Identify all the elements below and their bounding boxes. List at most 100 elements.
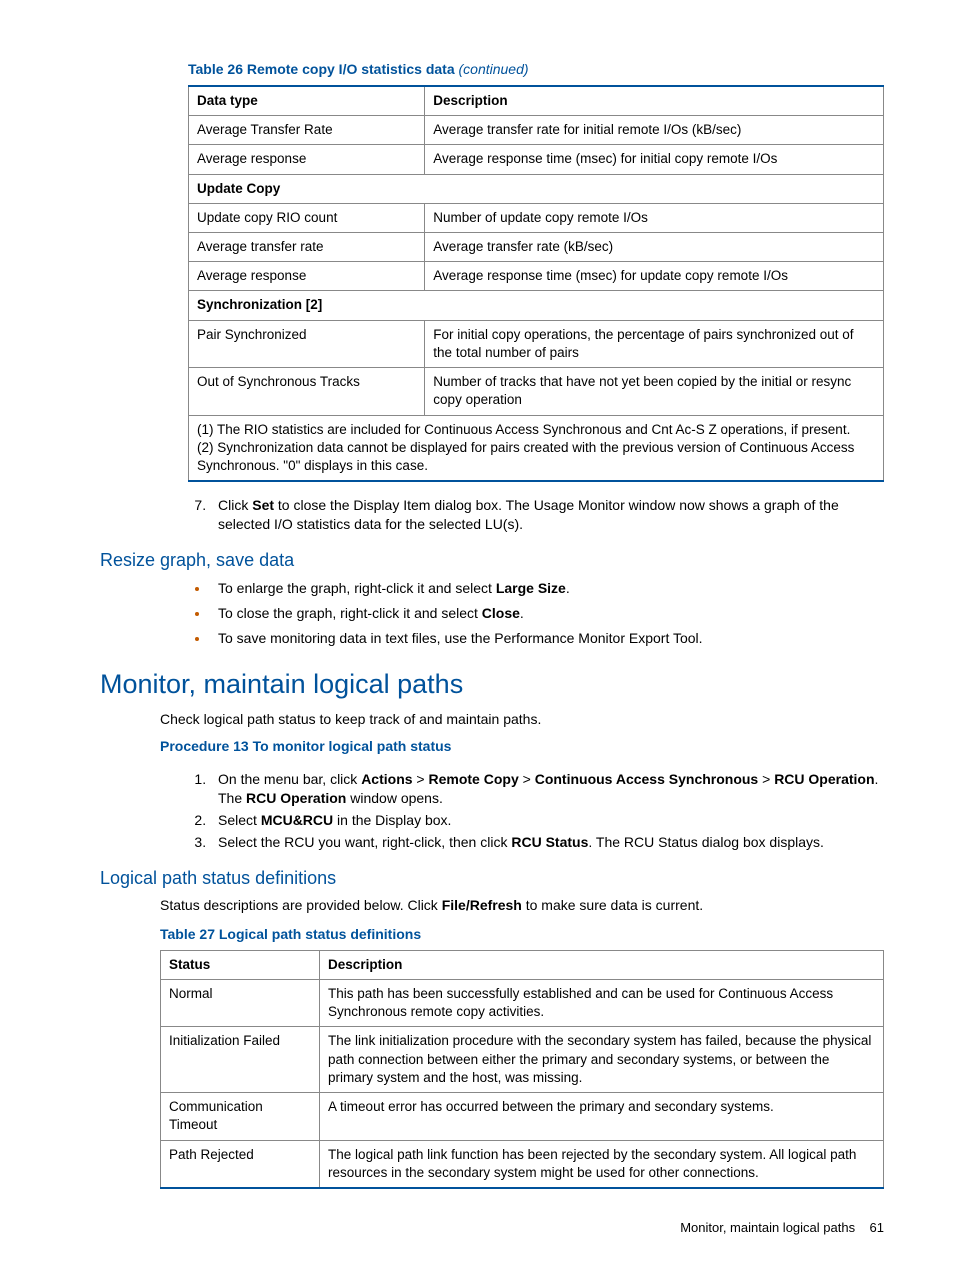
monitor-heading: Monitor, maintain logical paths (100, 666, 884, 702)
text: > (758, 771, 774, 787)
step-list: Click Set to close the Display Item dial… (188, 496, 884, 534)
table-26-title-text: Table 26 Remote copy I/O statistics data (188, 61, 455, 77)
table-row: Path Rejected The logical path link func… (161, 1140, 884, 1188)
table-row: Update copy RIO count Number of update c… (189, 203, 884, 232)
monitor-intro: Check logical path status to keep track … (160, 710, 884, 729)
text: . (566, 580, 570, 596)
bold-text: Continuous Access Synchronous (535, 771, 759, 787)
table-row: Average Transfer Rate Average transfer r… (189, 116, 884, 145)
cell: Average transfer rate for initial remote… (425, 116, 884, 145)
table-26-title: Table 26 Remote copy I/O statistics data… (188, 60, 884, 79)
cell: Average response (189, 262, 425, 291)
cell: Average transfer rate (189, 232, 425, 261)
cell: Out of Synchronous Tracks (189, 368, 425, 415)
cell: Average response (189, 145, 425, 174)
text: in the Display box. (333, 812, 451, 828)
bold-text: Large Size (496, 580, 566, 596)
text: . The RCU Status dialog box displays. (588, 834, 824, 850)
cell: The logical path link function has been … (320, 1140, 884, 1188)
footnote-1: (1) The RIO statistics are included for … (197, 421, 875, 439)
cell: Initialization Failed (161, 1027, 320, 1093)
table-row: Pair Synchronized For initial copy opera… (189, 320, 884, 367)
resize-heading: Resize graph, save data (100, 548, 884, 572)
text: window opens. (346, 790, 443, 806)
list-item: Select the RCU you want, right-click, th… (210, 833, 884, 852)
cell: Update copy RIO count (189, 203, 425, 232)
table-row: Out of Synchronous Tracks Number of trac… (189, 368, 884, 415)
resize-bullets: To enlarge the graph, right-click it and… (188, 578, 884, 648)
footer-text: Monitor, maintain logical paths (680, 1220, 855, 1235)
th-data-type: Data type (189, 86, 425, 116)
table-27-title: Table 27 Logical path status definitions (160, 925, 884, 944)
cell: Average Transfer Rate (189, 116, 425, 145)
list-item: To enlarge the graph, right-click it and… (210, 578, 884, 598)
cell: A timeout error has occurred between the… (320, 1093, 884, 1140)
text: To close the graph, right-click it and s… (218, 605, 482, 621)
cell: Average response time (msec) for initial… (425, 145, 884, 174)
text: > (519, 771, 535, 787)
table-row: Communication Timeout A timeout error ha… (161, 1093, 884, 1140)
text: On the menu bar, click (218, 771, 361, 787)
logical-heading: Logical path status definitions (100, 866, 884, 890)
bold-text: RCU Operation (246, 790, 346, 806)
bold-text: Close (482, 605, 520, 621)
cell: Number of update copy remote I/Os (425, 203, 884, 232)
cell: This path has been successfully establis… (320, 980, 884, 1027)
page-footer: Monitor, maintain logical paths 61 (130, 1219, 884, 1237)
logical-intro: Status descriptions are provided below. … (160, 896, 884, 915)
bold-text: Set (252, 497, 274, 513)
text: Status descriptions are provided below. … (160, 897, 442, 913)
table-26-continued: (continued) (459, 61, 529, 77)
th-status: Status (161, 950, 320, 979)
table-27: Status Description Normal This path has … (160, 950, 884, 1189)
procedure-steps: On the menu bar, click Actions > Remote … (188, 770, 884, 852)
bold-text: RCU Operation (774, 771, 874, 787)
th-description: Description (320, 950, 884, 979)
table-row: Average response Average response time (… (189, 145, 884, 174)
page-number: 61 (870, 1220, 884, 1235)
th-description: Description (425, 86, 884, 116)
text: Select the RCU you want, right-click, th… (218, 834, 511, 850)
table-row: Normal This path has been successfully e… (161, 980, 884, 1027)
cell: Path Rejected (161, 1140, 320, 1188)
list-item: Click Set to close the Display Item dial… (210, 496, 884, 534)
text: Click (218, 497, 252, 513)
section-header: Synchronization [2] (189, 291, 884, 320)
bold-text: Actions (361, 771, 412, 787)
bold-text: File/Refresh (442, 897, 522, 913)
text: . (520, 605, 524, 621)
section-header: Update Copy (189, 174, 884, 203)
cell: For initial copy operations, the percent… (425, 320, 884, 367)
table-section-row: Synchronization [2] (189, 291, 884, 320)
cell: Normal (161, 980, 320, 1027)
text: > (413, 771, 429, 787)
table-row: Data type Description (189, 86, 884, 116)
cell: Pair Synchronized (189, 320, 425, 367)
cell: Average transfer rate (kB/sec) (425, 232, 884, 261)
table-26: Data type Description Average Transfer R… (188, 85, 884, 482)
bold-text: MCU&RCU (261, 812, 333, 828)
text: to make sure data is current. (522, 897, 703, 913)
table-footnotes: (1) The RIO statistics are included for … (189, 415, 884, 481)
text: to close the Display Item dialog box. Th… (218, 497, 839, 532)
list-item: Select MCU&RCU in the Display box. (210, 811, 884, 830)
text: To enlarge the graph, right-click it and… (218, 580, 496, 596)
cell: Communication Timeout (161, 1093, 320, 1140)
bold-text: Remote Copy (429, 771, 519, 787)
table-row: Average transfer rate Average transfer r… (189, 232, 884, 261)
text: Select (218, 812, 261, 828)
list-item: On the menu bar, click Actions > Remote … (210, 770, 884, 808)
footnotes-cell: (1) The RIO statistics are included for … (189, 415, 884, 481)
list-item: To save monitoring data in text files, u… (210, 628, 884, 648)
table-row: Status Description (161, 950, 884, 979)
list-item: To close the graph, right-click it and s… (210, 603, 884, 623)
procedure-13-title: Procedure 13 To monitor logical path sta… (160, 737, 884, 756)
cell: Average response time (msec) for update … (425, 262, 884, 291)
table-row: Initialization Failed The link initializ… (161, 1027, 884, 1093)
cell: Number of tracks that have not yet been … (425, 368, 884, 415)
bold-text: RCU Status (511, 834, 588, 850)
table-section-row: Update Copy (189, 174, 884, 203)
footnote-2: (2) Synchronization data cannot be displ… (197, 439, 875, 475)
cell: The link initialization procedure with t… (320, 1027, 884, 1093)
table-row: Average response Average response time (… (189, 262, 884, 291)
